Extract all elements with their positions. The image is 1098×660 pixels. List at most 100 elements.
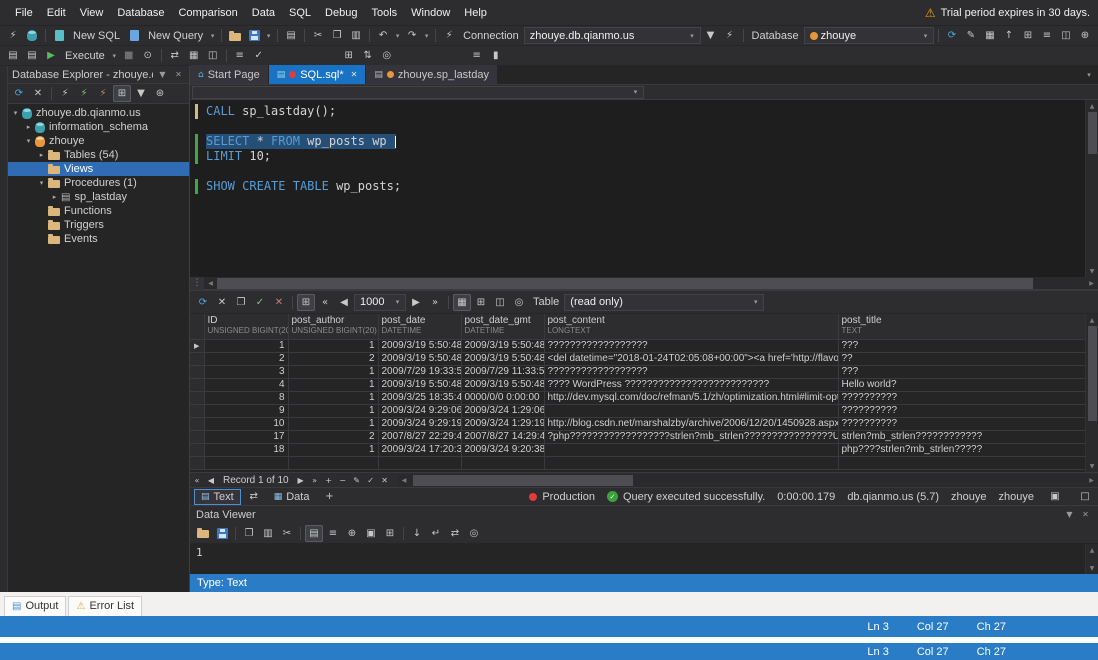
generate-script-icon[interactable]: ≡ bbox=[1038, 27, 1056, 44]
grid-row[interactable]: 2 2 2009/3/19 5:50:48 2009/3/19 5:50:48 <del… bbox=[190, 352, 1085, 366]
scroll-down-icon[interactable]: ▼ bbox=[1086, 460, 1098, 472]
cell-id[interactable]: 2 bbox=[204, 352, 289, 366]
cell-post-date[interactable]: 2009/3/19 5:50:48 bbox=[378, 352, 462, 366]
column-header-post-title[interactable]: post_title TEXT bbox=[838, 314, 1085, 340]
grid-view-icon[interactable]: ▦ bbox=[453, 293, 471, 311]
cut-icon[interactable]: ✂ bbox=[309, 27, 327, 44]
show-options-icon[interactable]: ⊞ bbox=[113, 85, 131, 102]
grid-row[interactable]: 3 1 2009/7/29 19:33:51 2009/7/29 11:33:51??… bbox=[190, 365, 1085, 379]
row-selector[interactable] bbox=[190, 352, 205, 366]
column-header-id[interactable]: ID UNSIGNED BIGINT(20) bbox=[204, 314, 289, 340]
results-card-toggle-icon[interactable]: ◫ bbox=[204, 47, 222, 64]
grid-row[interactable] bbox=[190, 456, 1085, 470]
data-viewer-vscrollbar[interactable]: ▲ ▼ bbox=[1085, 544, 1098, 574]
database-select[interactable]: zhouye ▾ bbox=[803, 27, 934, 44]
cell-post-content[interactable] bbox=[544, 443, 839, 457]
editor-context-select[interactable]: ▾ bbox=[192, 85, 644, 99]
tree-node-procedures-1[interactable]: ▾ Procedures (1) bbox=[8, 176, 189, 190]
disconnect-icon[interactable]: ⚡ bbox=[94, 85, 112, 102]
menu-database[interactable]: Database bbox=[110, 7, 171, 19]
save-value-icon[interactable] bbox=[213, 525, 231, 542]
connect-icon[interactable]: ⚡ bbox=[721, 27, 739, 44]
view-hex-icon[interactable]: ≡ bbox=[324, 525, 342, 542]
encoding-icon[interactable]: ⇄ bbox=[446, 525, 464, 542]
search-grid-icon[interactable]: ◎ bbox=[510, 294, 528, 311]
cell-post-title[interactable]: ??? bbox=[838, 339, 1085, 353]
table-mode-select[interactable]: (read only) ▾ bbox=[564, 293, 765, 311]
tab-list-chevron-icon[interactable]: ▾ bbox=[1080, 71, 1098, 79]
expander-icon[interactable]: ▸ bbox=[23, 123, 34, 131]
tree-node-sp-lastday[interactable]: ▸ ▤ sp_lastday bbox=[8, 190, 189, 204]
editor-vscrollbar[interactable]: ▲ ▼ bbox=[1085, 100, 1098, 277]
refresh-results-icon[interactable]: ⟳ bbox=[194, 294, 212, 311]
row-selector[interactable]: ▶ bbox=[190, 339, 205, 353]
redo-more-icon[interactable]: ▾ bbox=[422, 27, 431, 44]
upload-icon[interactable]: ↑ bbox=[1000, 27, 1018, 44]
delete-icon[interactable]: ✕ bbox=[29, 85, 47, 102]
cell-post-title[interactable]: Hello world? bbox=[838, 378, 1085, 392]
table-data-icon[interactable]: ▦ bbox=[981, 27, 999, 44]
cell-value-text[interactable]: 1 bbox=[190, 544, 1085, 574]
tab-output[interactable]: ▤ Output bbox=[4, 595, 67, 616]
row-selector[interactable] bbox=[190, 404, 205, 418]
rollback-icon[interactable]: ✕ bbox=[270, 294, 288, 311]
scroll-up-icon[interactable]: ▲ bbox=[1086, 544, 1098, 556]
cell-post-date-gmt[interactable]: 2009/3/24 1:29:06 bbox=[461, 404, 545, 418]
word-wrap-icon[interactable]: ↵ bbox=[427, 525, 445, 542]
find-in-value-icon[interactable]: ◎ bbox=[465, 525, 483, 542]
outline-icon[interactable]: ≡ bbox=[468, 47, 486, 64]
cell-post-date[interactable]: 2009/7/29 19:33:51 bbox=[378, 365, 462, 379]
grid-row[interactable]: 10 1 2009/3/24 9:29:19 2009/3/24 1:29:19 htt… bbox=[190, 417, 1085, 431]
new-sql-icon[interactable] bbox=[50, 27, 68, 44]
first-record-icon[interactable]: « bbox=[190, 474, 204, 487]
scroll-left-icon[interactable]: ◀ bbox=[398, 477, 411, 484]
stop-loading-icon[interactable]: ✕ bbox=[213, 294, 231, 311]
sql-editor[interactable]: CALL sp_lastday(); SELECT * FROM wp_posts… bbox=[190, 100, 1098, 277]
cell-post-date-gmt[interactable]: 2009/3/24 9:20:38 bbox=[461, 443, 545, 457]
redo-icon[interactable]: ↷ bbox=[403, 27, 421, 44]
expander-icon[interactable]: ▸ bbox=[49, 193, 60, 201]
cell-id[interactable] bbox=[204, 456, 289, 470]
undo-icon[interactable]: ↶ bbox=[374, 27, 392, 44]
cell-post-date[interactable]: 2009/3/19 5:50:48 bbox=[378, 378, 462, 392]
cell-post-author[interactable]: 1 bbox=[288, 404, 379, 418]
cell-id[interactable]: 18 bbox=[204, 443, 289, 457]
scroll-thumb[interactable] bbox=[1087, 326, 1097, 421]
new-connection-icon[interactable]: ⚡ bbox=[4, 27, 22, 44]
cell-post-content[interactable]: ?????????????????? bbox=[544, 365, 839, 379]
grid-row[interactable]: 8 1 2009/3/25 18:35:42 0000/0/0 0:00:00 http… bbox=[190, 391, 1085, 405]
tab-data[interactable]: ▦ Data bbox=[267, 489, 317, 505]
format-sql-icon[interactable]: ≡ bbox=[231, 47, 249, 64]
cell-post-author[interactable]: 1 bbox=[288, 443, 379, 457]
cell-post-title[interactable]: php????strlen?mb_strlen????? bbox=[838, 443, 1085, 457]
copy-value-icon[interactable]: ❐ bbox=[240, 525, 258, 542]
cell-post-date-gmt[interactable]: 2009/3/19 5:50:48 bbox=[461, 378, 545, 392]
view-image-icon[interactable]: ▣ bbox=[362, 525, 380, 542]
data-viewer-content[interactable]: 1 ▲ ▼ bbox=[190, 544, 1098, 574]
connection-pin-icon[interactable]: ▼ bbox=[702, 27, 720, 44]
cell-post-date-gmt[interactable]: 2009/3/24 1:29:19 bbox=[461, 417, 545, 431]
cell-post-date[interactable]: 2009/3/24 17:20:38 bbox=[378, 443, 462, 457]
scroll-thumb[interactable] bbox=[1087, 112, 1097, 154]
card-view-icon[interactable]: ◫ bbox=[491, 294, 509, 311]
tab-text[interactable]: ▤ Text bbox=[194, 488, 241, 505]
page-size[interactable]: 1000 ▾ bbox=[354, 293, 406, 311]
column-header-post-content[interactable]: post_content LONGTEXT bbox=[544, 314, 839, 340]
scroll-up-icon[interactable]: ▲ bbox=[1086, 314, 1098, 326]
view-html-icon[interactable]: ⊕ bbox=[343, 525, 361, 542]
commit-icon[interactable]: ✓ bbox=[251, 294, 269, 311]
cell-post-date[interactable]: 2009/3/24 9:29:06 bbox=[378, 404, 462, 418]
open-value-icon[interactable] bbox=[194, 525, 212, 542]
close-icon[interactable]: ✕ bbox=[1079, 510, 1092, 519]
refresh-icon[interactable]: ⟳ bbox=[10, 85, 28, 102]
new-query-icon[interactable] bbox=[125, 27, 143, 44]
save-more-icon[interactable]: ▾ bbox=[264, 27, 273, 44]
cancel-edit-icon[interactable]: ✕ bbox=[378, 474, 392, 487]
menu-edit[interactable]: Edit bbox=[40, 7, 73, 19]
edit-record-icon[interactable]: ✎ bbox=[350, 474, 364, 487]
cell-post-title[interactable]: ??? bbox=[838, 365, 1085, 379]
menu-view[interactable]: View bbox=[73, 7, 111, 19]
last-page-icon[interactable]: » bbox=[426, 294, 444, 311]
menu-sql[interactable]: SQL bbox=[282, 7, 318, 19]
menu-debug[interactable]: Debug bbox=[318, 7, 364, 19]
